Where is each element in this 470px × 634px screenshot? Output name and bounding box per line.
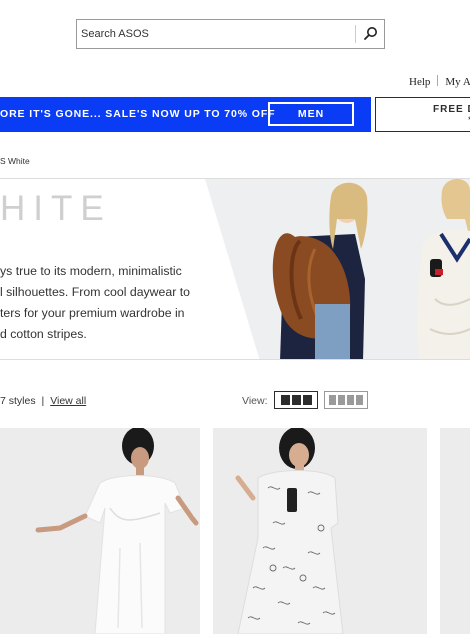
hero-description-line: d cotton stripes. bbox=[0, 327, 87, 341]
promo-men-button[interactable]: MEN bbox=[268, 102, 354, 126]
product-card-printed-dress[interactable] bbox=[213, 428, 427, 634]
hero-description: ys true to its modern, minimalistic l si… bbox=[0, 261, 210, 345]
product-image bbox=[213, 428, 427, 634]
sale-promo-banner[interactable]: ORE IT'S GONE... SALE'S NOW UP TO 70% OF… bbox=[0, 97, 371, 132]
hero-banner: HITE ys true to its modern, minimalistic… bbox=[0, 178, 470, 360]
search-button[interactable] bbox=[359, 24, 381, 44]
my-account-link[interactable]: My A bbox=[445, 76, 470, 88]
grid-view-small-button[interactable] bbox=[324, 391, 368, 409]
help-link[interactable]: Help bbox=[409, 76, 430, 88]
hero-description-line: l silhouettes. From cool daywear to bbox=[0, 285, 191, 299]
toolbar-separator: | bbox=[41, 395, 45, 407]
product-image bbox=[0, 428, 200, 634]
listing-toolbar: 7 styles | View all View: bbox=[0, 390, 470, 410]
utility-divider bbox=[437, 75, 439, 86]
grid-cell-icon bbox=[302, 395, 312, 405]
product-grid bbox=[0, 428, 470, 634]
free-delivery-title: FREE D bbox=[433, 104, 470, 115]
grid-cell-icon bbox=[338, 395, 345, 405]
grid-view-large-button[interactable] bbox=[274, 391, 318, 409]
search-icon bbox=[364, 27, 377, 40]
grid-cell-icon bbox=[329, 395, 336, 405]
product-image bbox=[440, 428, 470, 634]
utility-links: Help My A bbox=[409, 75, 470, 88]
search-divider bbox=[355, 25, 356, 43]
styles-count-text: 7 styles bbox=[0, 395, 36, 407]
promo-text: ORE IT'S GONE... SALE'S NOW UP TO 70% OF… bbox=[0, 108, 276, 120]
search-input[interactable] bbox=[77, 20, 355, 48]
hero-description-line: ters for your premium wardrobe in bbox=[0, 306, 185, 320]
styles-count: 7 styles | View all bbox=[0, 395, 86, 407]
grid-cell-icon bbox=[280, 395, 290, 405]
hero-title: HITE bbox=[0, 189, 112, 228]
free-delivery-banner[interactable]: FREE D * bbox=[375, 97, 470, 132]
breadcrumb[interactable]: S White bbox=[0, 156, 30, 166]
product-card-partial[interactable] bbox=[440, 428, 470, 634]
hero-description-line: ys true to its modern, minimalistic bbox=[0, 264, 182, 278]
hero-models-image bbox=[205, 179, 470, 359]
product-card-white-dress[interactable] bbox=[0, 428, 200, 634]
search-box bbox=[76, 19, 385, 49]
grid-cell-icon bbox=[356, 395, 363, 405]
view-label: View: bbox=[242, 395, 268, 407]
view-all-link[interactable]: View all bbox=[50, 395, 86, 407]
grid-cell-icon bbox=[291, 395, 301, 405]
grid-cell-icon bbox=[347, 395, 354, 405]
